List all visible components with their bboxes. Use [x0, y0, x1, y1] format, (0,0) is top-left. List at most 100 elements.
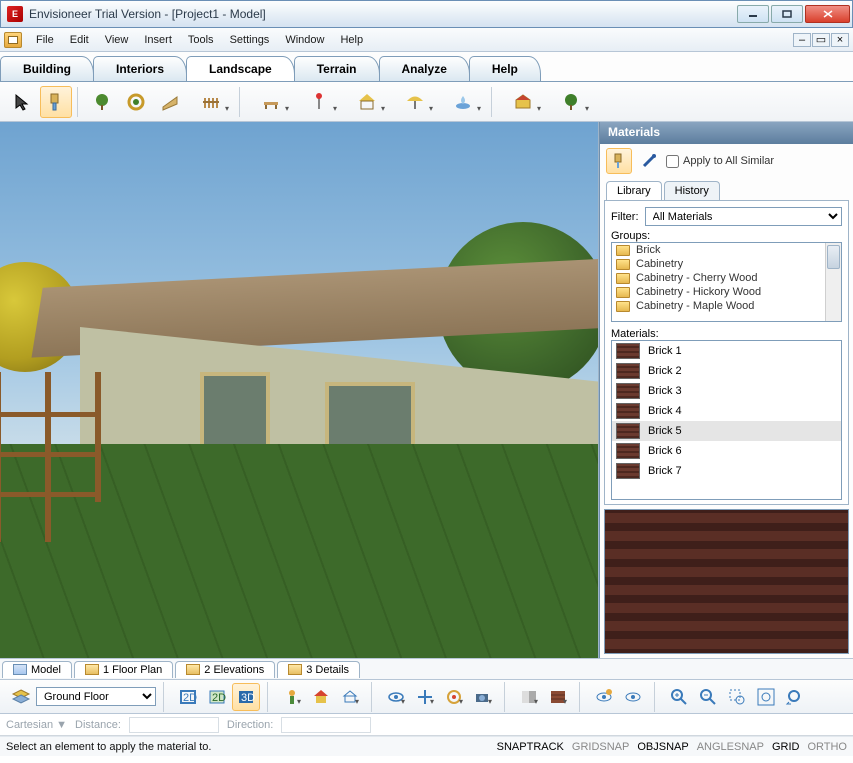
window-minimize-button[interactable] [737, 5, 769, 23]
layers-button[interactable] [7, 683, 35, 711]
ribbon-tab-landscape[interactable]: Landscape [186, 56, 295, 81]
floor-select[interactable]: Ground Floor [36, 687, 156, 706]
direction-field[interactable] [281, 717, 371, 733]
menu-view[interactable]: View [97, 31, 137, 49]
zoom-window-button[interactable] [723, 683, 751, 711]
light-pole-tool[interactable] [296, 86, 342, 118]
material-item[interactable]: Brick 5 [612, 421, 841, 441]
scrollbar[interactable] [612, 481, 841, 500]
pointer-tool[interactable] [6, 86, 38, 118]
mdi-close-button[interactable]: × [831, 33, 849, 47]
ribbon-tab-terrain[interactable]: Terrain [294, 56, 380, 81]
group-item[interactable]: Cabinetry - Hickory Wood [612, 285, 841, 299]
menu-tools[interactable]: Tools [180, 31, 222, 49]
status-toggle-objsnap[interactable]: OBJSNAP [637, 741, 688, 753]
pan-button[interactable] [411, 683, 439, 711]
view-2d-color-button[interactable]: 2D [203, 683, 231, 711]
direction-label: Direction: [227, 719, 273, 731]
material-item[interactable]: Brick 6 [612, 441, 841, 461]
view-2d-button[interactable]: 2D [174, 683, 202, 711]
material-item[interactable]: Brick 3 [612, 381, 841, 401]
home-view-button[interactable] [307, 683, 335, 711]
groups-listbox[interactable]: BrickCabinetryCabinetry - Cherry WoodCab… [611, 242, 842, 322]
target-button[interactable] [440, 683, 468, 711]
zoom-previous-button[interactable] [781, 683, 809, 711]
apply-similar-checkbox[interactable]: Apply to All Similar [666, 155, 774, 168]
material-item[interactable]: Brick 1 [612, 341, 841, 361]
menu-window[interactable]: Window [277, 31, 332, 49]
group-item[interactable]: Brick [612, 243, 841, 257]
fence-tool[interactable] [188, 86, 234, 118]
texture-button[interactable] [544, 683, 572, 711]
menu-insert[interactable]: Insert [136, 31, 180, 49]
tree-library-tool[interactable] [548, 86, 594, 118]
material-item[interactable]: Brick 7 [612, 461, 841, 481]
materials-tab-library[interactable]: Library [606, 181, 662, 200]
distance-field[interactable] [129, 717, 219, 733]
camera-button[interactable] [469, 683, 497, 711]
paint-material-tool[interactable] [40, 86, 72, 118]
view-3d-button[interactable]: 3D [232, 683, 260, 711]
materials-tab-history[interactable]: History [664, 181, 720, 200]
tree-tool[interactable] [86, 86, 118, 118]
folder-icon [616, 301, 630, 312]
ribbon-tab-interiors[interactable]: Interiors [93, 56, 187, 81]
view-tab-2-elevations[interactable]: 2 Elevations [175, 661, 275, 678]
ribbon-tab-building[interactable]: Building [0, 56, 94, 81]
shed-tool[interactable] [500, 86, 546, 118]
coord-mode-dropdown[interactable]: Cartesian ▼ [6, 719, 67, 731]
status-toggle-gridsnap[interactable]: GRIDSNAP [572, 741, 629, 753]
shrub-tool[interactable] [120, 86, 152, 118]
path-tool[interactable] [154, 86, 186, 118]
zoom-out-button[interactable] [694, 683, 722, 711]
status-toggle-ortho[interactable]: ORTHO [807, 741, 847, 753]
status-toggle-anglesnap[interactable]: ANGLESNAP [697, 741, 764, 753]
menu-help[interactable]: Help [332, 31, 371, 49]
svg-text:2D: 2D [212, 692, 226, 704]
elevation-view-button[interactable] [336, 683, 364, 711]
gazebo-tool[interactable] [344, 86, 390, 118]
walkthrough-button[interactable] [278, 683, 306, 711]
view-tabs: Model1 Floor Plan2 Elevations3 Details [0, 658, 853, 680]
zoom-in-button[interactable] [665, 683, 693, 711]
zoom-extents-button[interactable] [752, 683, 780, 711]
viewport-3d[interactable] [0, 122, 599, 658]
status-toggle-grid[interactable]: GRID [772, 741, 800, 753]
folder-icon [616, 273, 630, 284]
menu-settings[interactable]: Settings [222, 31, 278, 49]
group-item[interactable]: Cabinetry [612, 257, 841, 271]
view-tab-model[interactable]: Model [2, 661, 72, 678]
window-maximize-button[interactable] [771, 5, 803, 23]
material-item[interactable]: Brick 2 [612, 361, 841, 381]
paintbrush-mode-button[interactable] [606, 148, 632, 174]
bench-tool[interactable] [248, 86, 294, 118]
group-item[interactable]: Cabinetry - Maple Wood [612, 299, 841, 313]
visibility-button[interactable] [619, 683, 647, 711]
material-item[interactable]: Brick 4 [612, 401, 841, 421]
folder-icon [186, 664, 200, 675]
fountain-tool[interactable] [440, 86, 486, 118]
material-swatch [616, 363, 640, 379]
eyedropper-mode-button[interactable] [636, 148, 662, 174]
window-close-button[interactable] [805, 5, 850, 23]
status-toggle-snaptrack[interactable]: SNAPTRACK [497, 741, 564, 753]
mdi-minimize-button[interactable]: – [793, 33, 811, 47]
umbrella-tool[interactable] [392, 86, 438, 118]
folder-icon [288, 664, 302, 675]
menu-edit[interactable]: Edit [62, 31, 97, 49]
shading-button[interactable] [515, 683, 543, 711]
view-tab-1-floor-plan[interactable]: 1 Floor Plan [74, 661, 173, 678]
ribbon-tab-help[interactable]: Help [469, 56, 541, 81]
ribbon-tab-analyze[interactable]: Analyze [379, 56, 470, 81]
landscape-toolbar [0, 82, 853, 122]
mdi-restore-button[interactable]: ▭ [812, 33, 830, 47]
orbit-button[interactable] [382, 683, 410, 711]
scrollbar[interactable] [825, 243, 841, 321]
view-tab-3-details[interactable]: 3 Details [277, 661, 360, 678]
menu-file[interactable]: File [28, 31, 62, 49]
group-item[interactable]: Cabinetry - Cherry Wood [612, 271, 841, 285]
materials-listbox[interactable]: Brick 1Brick 2Brick 3Brick 4Brick 5Brick… [611, 340, 842, 500]
menubar: FileEditViewInsertToolsSettingsWindowHel… [0, 28, 853, 52]
visibility-settings-button[interactable] [590, 683, 618, 711]
filter-select[interactable]: All Materials [645, 207, 843, 226]
